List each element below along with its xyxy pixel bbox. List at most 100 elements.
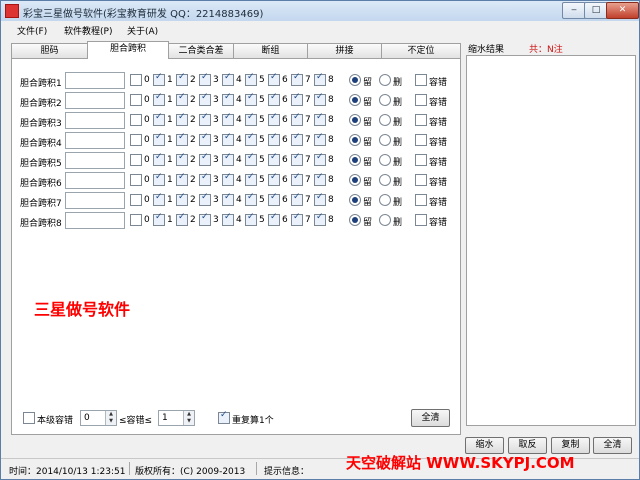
tab-2[interactable]: 胆合跨积 — [87, 41, 169, 59]
digit-checkbox-0[interactable] — [130, 154, 142, 166]
digit-checkbox-4[interactable] — [222, 212, 234, 226]
close-button[interactable]: ✕ — [606, 2, 639, 19]
digit-checkbox-6[interactable] — [268, 192, 280, 206]
digit-checkbox-6[interactable] — [268, 172, 280, 186]
tab-4[interactable]: 断组 — [233, 43, 308, 58]
digit-checkbox-8[interactable] — [314, 92, 326, 106]
digit-checkbox-2[interactable] — [176, 132, 188, 146]
digit-checkbox-6[interactable] — [268, 152, 280, 166]
digit-checkbox-0[interactable] — [130, 174, 142, 186]
menu-file[interactable]: 文件(F) — [17, 24, 47, 37]
digit-checkbox-5[interactable] — [245, 132, 257, 146]
digit-checkbox-8[interactable] — [314, 72, 326, 86]
row-input[interactable] — [65, 112, 125, 129]
row-input[interactable] — [65, 212, 125, 229]
tab-3[interactable]: 二合类合差 — [168, 43, 234, 58]
digit-checkbox-5[interactable] — [245, 212, 257, 226]
digit-checkbox-6[interactable] — [268, 92, 280, 106]
digit-checkbox-2[interactable] — [176, 112, 188, 126]
delete-radio[interactable] — [379, 74, 391, 86]
digit-checkbox-6[interactable] — [268, 72, 280, 86]
digit-checkbox-8[interactable] — [314, 192, 326, 206]
menu-tutorial[interactable]: 软件教程(P) — [64, 24, 112, 37]
keep-radio[interactable] — [349, 174, 361, 186]
row-input[interactable] — [65, 192, 125, 209]
digit-checkbox-7[interactable] — [291, 192, 303, 206]
digit-checkbox-3[interactable] — [199, 92, 211, 106]
menu-about[interactable]: 关于(A) — [127, 24, 158, 37]
digit-checkbox-5[interactable] — [245, 112, 257, 126]
digit-checkbox-1[interactable] — [153, 92, 165, 106]
tolerance-checkbox[interactable] — [415, 74, 427, 86]
digit-checkbox-0[interactable] — [130, 134, 142, 146]
tolerance-checkbox[interactable] — [415, 174, 427, 186]
digit-checkbox-8[interactable] — [314, 212, 326, 226]
digit-checkbox-1[interactable] — [153, 112, 165, 126]
digit-checkbox-0[interactable] — [130, 194, 142, 206]
level-tolerance-checkbox[interactable] — [23, 412, 35, 424]
digit-checkbox-3[interactable] — [199, 132, 211, 146]
row-input[interactable] — [65, 172, 125, 189]
keep-radio[interactable] — [349, 194, 361, 206]
tolerance-checkbox[interactable] — [415, 94, 427, 106]
digit-checkbox-6[interactable] — [268, 112, 280, 126]
result-textarea[interactable] — [466, 55, 636, 426]
min-spinner[interactable]: 0 ▲ ▼ — [80, 410, 117, 426]
keep-radio[interactable] — [349, 134, 361, 146]
digit-checkbox-7[interactable] — [291, 212, 303, 226]
digit-checkbox-1[interactable] — [153, 72, 165, 86]
digit-checkbox-4[interactable] — [222, 152, 234, 166]
row-input[interactable] — [65, 132, 125, 149]
digit-checkbox-4[interactable] — [222, 172, 234, 186]
digit-checkbox-1[interactable] — [153, 152, 165, 166]
digit-checkbox-5[interactable] — [245, 172, 257, 186]
keep-radio[interactable] — [349, 214, 361, 226]
tab-6[interactable]: 不定位 — [381, 43, 461, 58]
digit-checkbox-2[interactable] — [176, 212, 188, 226]
delete-radio[interactable] — [379, 94, 391, 106]
digit-checkbox-3[interactable] — [199, 172, 211, 186]
digit-checkbox-2[interactable] — [176, 152, 188, 166]
digit-checkbox-4[interactable] — [222, 92, 234, 106]
digit-checkbox-1[interactable] — [153, 172, 165, 186]
digit-checkbox-7[interactable] — [291, 132, 303, 146]
delete-radio[interactable] — [379, 114, 391, 126]
delete-radio[interactable] — [379, 214, 391, 226]
digit-checkbox-3[interactable] — [199, 72, 211, 86]
digit-checkbox-2[interactable] — [176, 192, 188, 206]
repeat-checkbox[interactable] — [218, 410, 230, 424]
digit-checkbox-3[interactable] — [199, 212, 211, 226]
clear-all-button[interactable]: 全清 — [411, 409, 450, 427]
digit-checkbox-6[interactable] — [268, 212, 280, 226]
digit-checkbox-2[interactable] — [176, 92, 188, 106]
digit-checkbox-3[interactable] — [199, 152, 211, 166]
digit-checkbox-7[interactable] — [291, 172, 303, 186]
digit-checkbox-0[interactable] — [130, 114, 142, 126]
spinner-arrows-icon[interactable]: ▲ ▼ — [105, 411, 116, 425]
spinner-arrows-icon[interactable]: ▲ ▼ — [183, 411, 194, 425]
digit-checkbox-7[interactable] — [291, 112, 303, 126]
max-spinner[interactable]: 1 ▲ ▼ — [158, 410, 195, 426]
digit-checkbox-8[interactable] — [314, 152, 326, 166]
digit-checkbox-3[interactable] — [199, 112, 211, 126]
digit-checkbox-8[interactable] — [314, 172, 326, 186]
clear-results-button[interactable]: 全清 — [593, 437, 632, 454]
tolerance-checkbox[interactable] — [415, 134, 427, 146]
tolerance-checkbox[interactable] — [415, 214, 427, 226]
digit-checkbox-4[interactable] — [222, 72, 234, 86]
tab-5[interactable]: 拼接 — [307, 43, 382, 58]
digit-checkbox-6[interactable] — [268, 132, 280, 146]
keep-radio[interactable] — [349, 154, 361, 166]
keep-radio[interactable] — [349, 94, 361, 106]
digit-checkbox-7[interactable] — [291, 72, 303, 86]
minimize-button[interactable]: ‒ — [562, 2, 586, 19]
digit-checkbox-5[interactable] — [245, 72, 257, 86]
digit-checkbox-2[interactable] — [176, 72, 188, 86]
digit-checkbox-4[interactable] — [222, 132, 234, 146]
delete-radio[interactable] — [379, 174, 391, 186]
digit-checkbox-1[interactable] — [153, 212, 165, 226]
digit-checkbox-1[interactable] — [153, 132, 165, 146]
delete-radio[interactable] — [379, 194, 391, 206]
delete-radio[interactable] — [379, 154, 391, 166]
keep-radio[interactable] — [349, 74, 361, 86]
